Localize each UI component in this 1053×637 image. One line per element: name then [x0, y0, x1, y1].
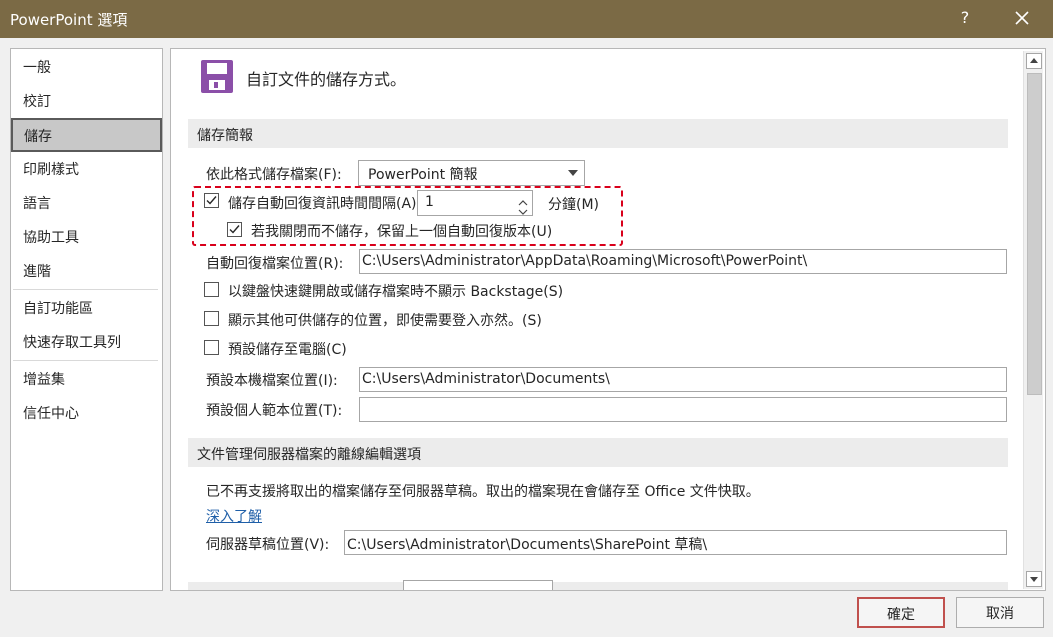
backstage-checkbox[interactable] [204, 282, 219, 297]
default-local-location-label: 預設本機檔案位置(I): [206, 373, 338, 389]
default-template-location-label: 預設個人範本位置(T): [206, 403, 343, 419]
page-heading: 自訂文件的儲存方式。 [246, 70, 407, 89]
section-header-save: 儲存簡報 [188, 119, 1008, 148]
partially-visible-dropdown[interactable] [403, 580, 553, 590]
default-save-to-pc-label: 預設儲存至電腦(C) [228, 342, 347, 358]
cancel-button[interactable]: 取消 [956, 597, 1044, 628]
learn-more-link[interactable]: 深入了解 [206, 506, 262, 526]
help-button[interactable]: ? [957, 8, 973, 27]
spin-up-icon[interactable] [518, 195, 528, 206]
default-local-location-input[interactable]: C:\Users\Administrator\Documents\ [359, 367, 1007, 392]
autorecover-minutes-value: 1 [425, 194, 434, 210]
offline-notice-text: 已不再支援將取出的檔案儲存至伺服器草稿。取出的檔案現在會儲存至 Office 文… [206, 484, 760, 500]
nav-item-general[interactable]: 一般 [23, 57, 51, 77]
nav-item-language[interactable]: 語言 [23, 193, 51, 213]
nav-item-trust-center[interactable]: 信任中心 [23, 403, 79, 423]
nav-separator [13, 360, 158, 361]
save-icon [201, 60, 233, 93]
spin-down-icon[interactable] [518, 204, 528, 215]
nav-item-customize-ribbon[interactable]: 自訂功能區 [23, 298, 93, 318]
chevron-down-icon [568, 170, 578, 176]
show-other-locations-checkbox[interactable] [204, 311, 219, 326]
nav-item-proofing[interactable]: 校訂 [23, 91, 51, 111]
default-local-location-value: C:\Users\Administrator\Documents\ [362, 371, 610, 387]
autorecover-location-value: C:\Users\Administrator\AppData\Roaming\M… [362, 253, 808, 269]
format-dropdown[interactable]: PowerPoint 簡報 [358, 160, 585, 186]
default-template-location-input[interactable] [359, 397, 1007, 422]
scroll-up-icon[interactable] [1026, 53, 1042, 69]
nav-item-accessibility[interactable]: 協助工具 [23, 227, 79, 247]
keep-last-version-checkbox[interactable] [227, 222, 242, 237]
title-bar: PowerPoint 選項 ? [0, 0, 1053, 38]
close-icon[interactable] [1010, 6, 1034, 30]
nav-item-quick-access-toolbar[interactable]: 快速存取工具列 [23, 332, 121, 352]
format-dropdown-value: PowerPoint 簡報 [368, 167, 478, 183]
section-header-next-partial [188, 582, 1008, 590]
section-header-offline-editing: 文件管理伺服器檔案的離線編輯選項 [188, 438, 1008, 467]
nav-item-print-style[interactable]: 印刷樣式 [23, 159, 79, 179]
nav-item-save[interactable]: 儲存 [11, 118, 162, 152]
scroll-down-icon[interactable] [1026, 571, 1042, 587]
nav-separator [13, 289, 158, 290]
autorecover-location-input[interactable]: C:\Users\Administrator\AppData\Roaming\M… [359, 249, 1007, 274]
autorecover-minutes-spinner[interactable]: 1 [417, 190, 533, 216]
server-drafts-location-label: 伺服器草稿位置(V): [206, 537, 330, 553]
autorecover-label: 儲存自動回復資訊時間間隔(A): [228, 196, 422, 212]
nav-item-add-ins[interactable]: 增益集 [23, 369, 65, 389]
backstage-label: 以鍵盤快速鍵開啟或儲存檔案時不顯示 Backstage(S) [228, 284, 564, 300]
server-drafts-location-input[interactable]: C:\Users\Administrator\Documents\SharePo… [344, 530, 1007, 555]
ok-button[interactable]: 確定 [857, 597, 945, 628]
category-nav: 一般 校訂 儲存 印刷樣式 語言 協助工具 進階 自訂功能區 快速存取工具列 增… [10, 48, 163, 591]
nav-item-advanced[interactable]: 進階 [23, 261, 51, 281]
minutes-label: 分鐘(M) [548, 197, 600, 213]
autorecover-checkbox[interactable] [204, 193, 219, 208]
format-label: 依此格式儲存檔案(F): [206, 167, 342, 183]
show-other-locations-label: 顯示其他可供儲存的位置，即使需要登入亦然。(S) [228, 313, 542, 329]
vertical-scrollbar[interactable] [1023, 51, 1043, 589]
autorecover-location-label: 自動回復檔案位置(R): [206, 256, 344, 272]
scrollbar-thumb[interactable] [1027, 73, 1042, 395]
keep-last-version-label: 若我關閉而不儲存，保留上一個自動回復版本(U) [251, 224, 553, 240]
server-drafts-location-value: C:\Users\Administrator\Documents\SharePo… [347, 537, 708, 553]
default-save-to-pc-checkbox[interactable] [204, 340, 219, 355]
window-title: PowerPoint 選項 [10, 11, 128, 29]
save-options-panel: 自訂文件的儲存方式。 儲存簡報 依此格式儲存檔案(F): PowerPoint … [170, 48, 1046, 591]
